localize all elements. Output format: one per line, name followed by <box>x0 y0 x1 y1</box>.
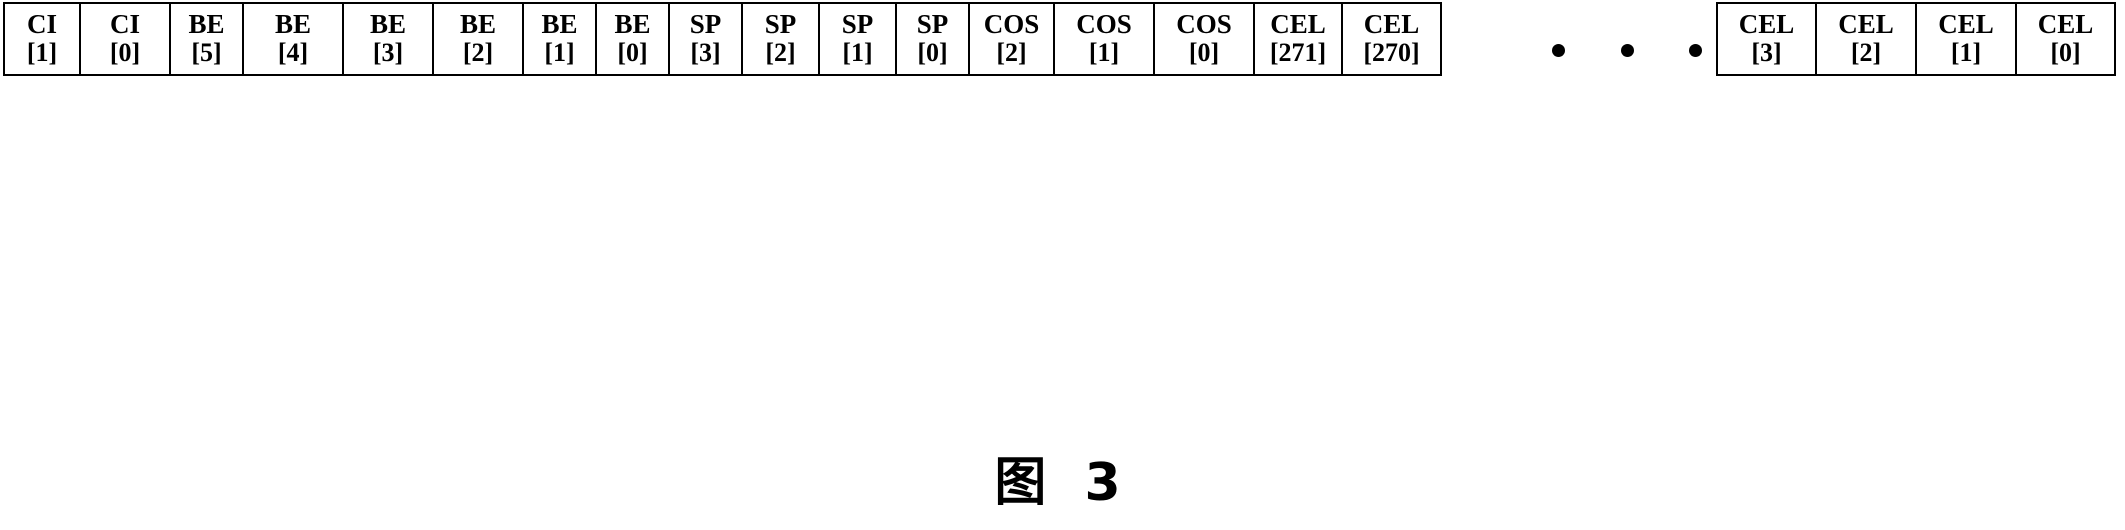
register-cell-name: SP <box>916 9 949 40</box>
register-cell: CEL [270] <box>1342 2 1442 76</box>
register-cell-name: CEL <box>1363 9 1420 40</box>
register-cell-name: CEL <box>1738 9 1795 40</box>
register-cell-index: [0] <box>109 38 141 67</box>
register-cell-name: CEL <box>2037 9 2094 40</box>
register-cell: BE [1] <box>523 2 596 76</box>
register-cell-name: CEL <box>1938 9 1994 40</box>
register-cell: CI [0] <box>80 2 170 76</box>
ellipsis-dot <box>1689 43 1702 57</box>
register-cell-index: [0] <box>2050 38 2081 67</box>
register-cell-index: [270] <box>1363 38 1420 67</box>
register-cell: CI [1] <box>3 2 80 76</box>
register-cell-index: [5] <box>191 38 222 67</box>
register-cell-name: BE <box>541 9 578 40</box>
register-cell: BE [0] <box>596 2 669 76</box>
ellipsis-dot <box>1620 43 1634 57</box>
register-cell: SP [3] <box>669 2 742 76</box>
register-cell-index: [271] <box>1269 38 1327 67</box>
register-cell-name: BE <box>614 9 651 40</box>
register-cell-index: [3] <box>372 38 404 67</box>
register-cell-name: BE <box>274 9 312 40</box>
register-cell: COS [0] <box>1154 2 1254 76</box>
register-cell-name: CEL <box>1270 9 1326 40</box>
register-cell-index: [0] <box>917 38 948 67</box>
register-cell: BE [3] <box>343 2 433 76</box>
register-cell-index: [1] <box>544 38 575 67</box>
register-cell-index: [2] <box>462 38 494 67</box>
register-cell-index: [3] <box>690 38 721 67</box>
register-cell-index: [1] <box>842 38 873 67</box>
register-cell-index: [2] <box>1850 38 1882 67</box>
register-cell: CEL [2] <box>1816 2 1916 76</box>
register-cell-index: [1] <box>1950 38 1982 67</box>
register-cell-index: [4] <box>277 38 309 67</box>
figure-caption: 图 3 <box>994 453 1131 513</box>
register-cell-index: [0] <box>1188 38 1220 67</box>
register-cell-index: [1] <box>1088 38 1120 67</box>
register-cell-name: CI <box>109 9 140 40</box>
register-cell-name: COS <box>1176 9 1232 40</box>
ellipsis-dots <box>1552 30 1702 70</box>
register-cell: BE [5] <box>170 2 243 76</box>
register-cell-name: SP <box>689 9 722 40</box>
register-cell: SP [2] <box>742 2 819 76</box>
register-strip-right: CEL [3] CEL [2] CEL [1] CEL [0] <box>1716 2 2116 76</box>
register-cell: CEL [271] <box>1254 2 1342 76</box>
register-strip-left: CI [1] CI [0] BE [5] BE [4] BE [3] BE [2… <box>3 2 1442 76</box>
register-cell-name: SP <box>764 9 797 40</box>
register-cell-name: COS <box>983 9 1040 40</box>
register-cell: BE [2] <box>433 2 523 76</box>
figure-3: CI [1] CI [0] BE [5] BE [4] BE [3] BE [2… <box>0 0 2125 530</box>
register-cell-name: CEL <box>1838 9 1894 40</box>
register-cell-index: [1] <box>26 38 58 67</box>
register-cell-name: CI <box>26 9 57 40</box>
register-cell: SP [1] <box>819 2 896 76</box>
register-cell-name: SP <box>841 9 874 40</box>
register-cell: CEL [1] <box>1916 2 2016 76</box>
register-cell-name: BE <box>369 9 407 40</box>
register-cell: BE [4] <box>243 2 343 76</box>
register-cell-name: BE <box>459 9 497 40</box>
register-cell-index: [2] <box>996 38 1027 67</box>
register-cell-index: [0] <box>617 38 648 67</box>
register-cell: COS [2] <box>969 2 1054 76</box>
register-cell-index: [2] <box>765 38 796 67</box>
register-cell-index: [3] <box>1751 38 1782 67</box>
register-cell: CEL [3] <box>1716 2 1816 76</box>
register-cell: CEL [0] <box>2016 2 2116 76</box>
register-cell: SP [0] <box>896 2 969 76</box>
register-cell-name: COS <box>1076 9 1132 40</box>
register-cell-name: BE <box>188 9 225 40</box>
ellipsis-dot <box>1552 43 1565 57</box>
register-cell: COS [1] <box>1054 2 1154 76</box>
